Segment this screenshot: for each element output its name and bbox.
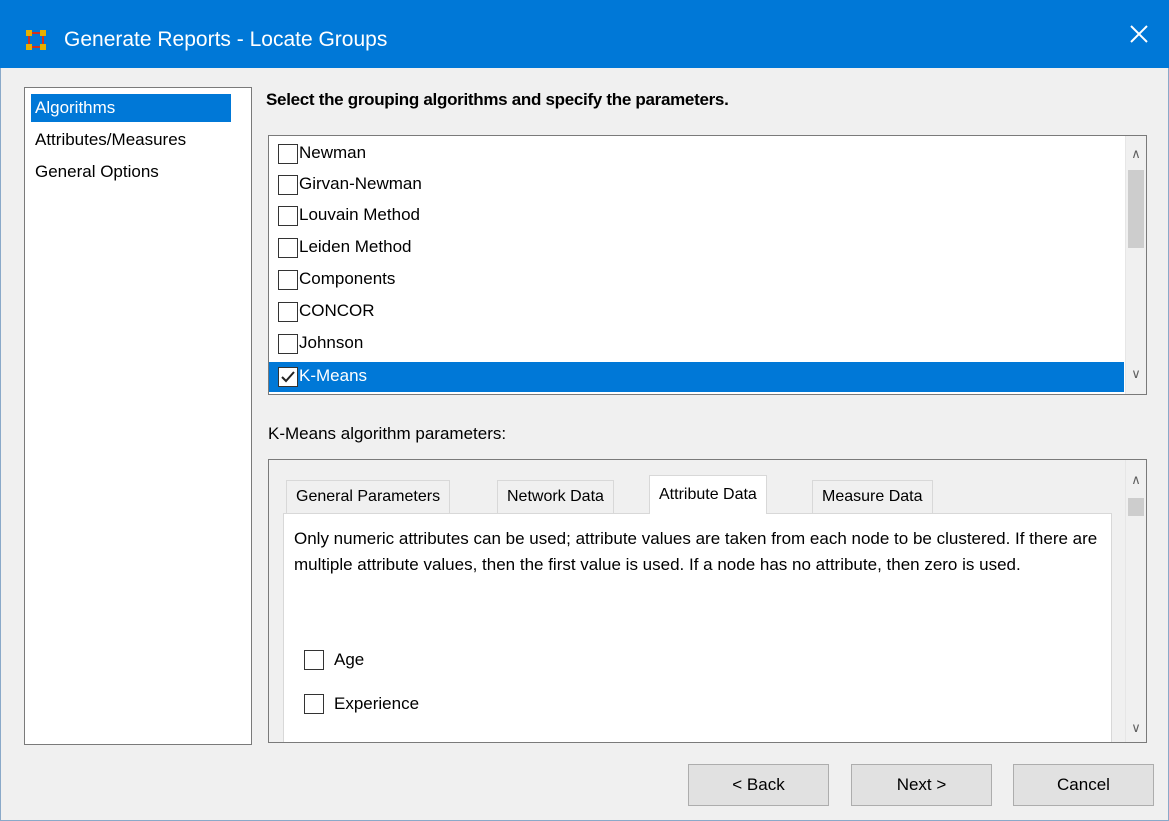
chevron-down-icon[interactable]: ∨: [1126, 718, 1146, 738]
parameters-panel: General Parameters Network Data Attribut…: [268, 459, 1147, 743]
attribute-data-content: Only numeric attributes can be used; att…: [283, 513, 1112, 742]
algorithm-label: CONCOR: [299, 301, 375, 320]
nav-list: Algorithms Attributes/Measures General O…: [24, 87, 252, 745]
scrollbar-thumb[interactable]: [1128, 498, 1144, 516]
back-button[interactable]: < Back: [688, 764, 829, 806]
nav-item-algorithms[interactable]: Algorithms: [31, 94, 231, 122]
algorithm-label: Louvain Method: [299, 205, 420, 224]
algorithm-checkbox[interactable]: [278, 302, 298, 322]
scrollbar-thumb[interactable]: [1128, 170, 1144, 248]
close-icon: [1130, 25, 1148, 43]
parameters-scrollbar[interactable]: ∧ ∨: [1125, 460, 1146, 742]
algorithm-label: Components: [299, 269, 396, 288]
algorithm-label: K-Means: [299, 366, 368, 385]
tab-attribute-data[interactable]: Attribute Data: [649, 475, 767, 514]
title-bar: Generate Reports - Locate Groups: [0, 0, 1169, 68]
attribute-checkbox[interactable]: [304, 694, 324, 714]
algorithm-checkbox[interactable]: [278, 270, 298, 290]
close-button[interactable]: [1109, 0, 1169, 68]
algorithm-checkbox-checked[interactable]: [278, 367, 298, 387]
algorithm-checkbox[interactable]: [278, 238, 298, 258]
window-title: Generate Reports - Locate Groups: [64, 28, 388, 51]
next-button[interactable]: Next >: [851, 764, 992, 806]
chevron-up-icon[interactable]: ∧: [1126, 470, 1146, 490]
algorithm-checkbox[interactable]: [278, 144, 298, 164]
algorithm-item-louvain[interactable]: Louvain Method: [269, 201, 1124, 231]
algorithm-item-newman[interactable]: Newman: [269, 139, 1124, 169]
algorithm-item-girvan-newman[interactable]: Girvan-Newman: [269, 170, 1124, 200]
next-button-label: Next >: [896, 775, 947, 794]
app-icon: [26, 30, 46, 50]
back-button-label: < Back: [732, 775, 785, 794]
tab-measure-data[interactable]: Measure Data: [812, 480, 933, 513]
parameters-label: K-Means algorithm parameters:: [268, 424, 507, 443]
algorithm-label: Girvan-Newman: [299, 174, 422, 193]
page-heading: Select the grouping algorithms and speci…: [266, 90, 729, 109]
attribute-description: Only numeric attributes can be used; att…: [294, 529, 1098, 574]
attribute-label: Experience: [334, 694, 420, 713]
algorithm-item-leiden[interactable]: Leiden Method: [269, 233, 1124, 263]
algorithm-item-components[interactable]: Components: [269, 265, 1124, 295]
checkmark-icon: [281, 371, 295, 383]
tab-general-parameters[interactable]: General Parameters: [286, 480, 451, 513]
algorithm-checkbox[interactable]: [278, 334, 298, 354]
algorithm-list: Newman Girvan-Newman Louvain Method Leid…: [268, 135, 1147, 395]
attribute-label: Age: [334, 650, 365, 669]
cancel-button-label: Cancel: [1057, 775, 1110, 794]
algorithm-item-concor[interactable]: CONCOR: [269, 297, 1124, 327]
cancel-button[interactable]: Cancel: [1013, 764, 1154, 806]
algorithm-checkbox[interactable]: [278, 206, 298, 226]
algorithm-item-johnson[interactable]: Johnson: [269, 329, 1124, 359]
chevron-down-icon[interactable]: ∨: [1126, 364, 1146, 384]
algorithm-label: Newman: [299, 143, 367, 162]
attribute-checkbox[interactable]: [304, 650, 324, 670]
algorithm-checkbox[interactable]: [278, 175, 298, 195]
algorithm-item-k-means[interactable]: K-Means: [269, 362, 1124, 392]
algorithm-label: Johnson: [299, 333, 364, 352]
algorithm-list-scrollbar[interactable]: ∧ ∨: [1125, 136, 1146, 394]
nav-item-general-options[interactable]: General Options: [31, 158, 163, 186]
nav-item-attributes-measures[interactable]: Attributes/Measures: [31, 126, 190, 154]
chevron-up-icon[interactable]: ∧: [1126, 144, 1146, 164]
algorithm-label: Leiden Method: [299, 237, 412, 256]
tab-network-data[interactable]: Network Data: [497, 480, 614, 513]
